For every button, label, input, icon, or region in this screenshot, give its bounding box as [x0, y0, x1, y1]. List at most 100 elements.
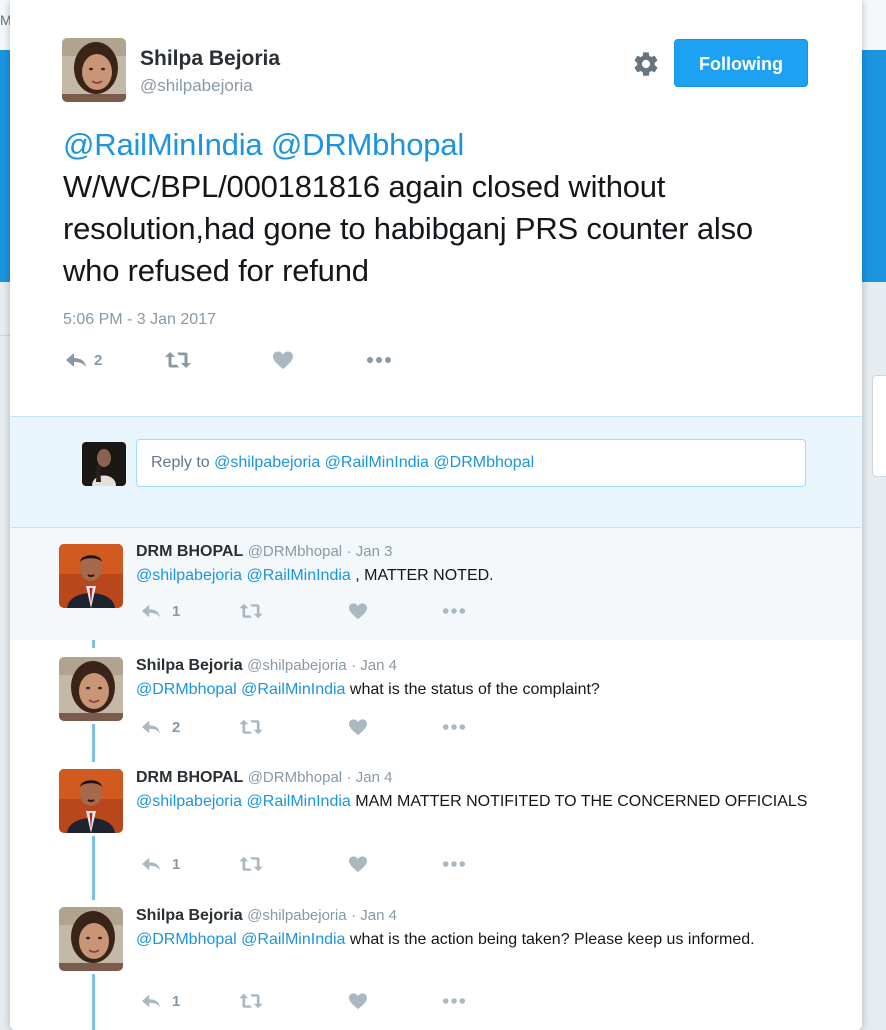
like-button[interactable] — [348, 855, 368, 873]
reply-count: 1 — [172, 992, 181, 1010]
reply-tweet[interactable]: Shilpa Bejoria @shilpabejoria · Jan 4 @D… — [10, 640, 862, 752]
reply-count: 2 — [94, 351, 103, 369]
retweet-icon — [239, 603, 264, 619]
reply-tweet[interactable]: Shilpa Bejoria @shilpabejoria · Jan 4 @D… — [10, 890, 862, 1030]
reply-author-handle[interactable]: @shilpabejoria — [247, 907, 346, 924]
reply-actions: 1 — [140, 992, 466, 1010]
more-icon — [443, 998, 466, 1004]
reply-author-handle[interactable]: @DRMbhopal — [248, 769, 342, 786]
reply-mentions[interactable]: @DRMbhopal @RailMinIndia — [136, 681, 345, 698]
reply-placeholder-mentions: @shilpabejoria @RailMinIndia @DRMbhopal — [214, 454, 535, 471]
reply-body: MAM MATTER NOTIFITED TO THE CONCERNED OF… — [350, 793, 808, 810]
reply-date[interactable]: · Jan 4 — [351, 657, 397, 674]
reply-author-name[interactable]: DRM BHOPAL — [136, 543, 243, 560]
retweet-button[interactable] — [238, 855, 264, 873]
like-icon — [349, 856, 368, 873]
mention-link[interactable]: @DRMbhopal — [271, 127, 464, 162]
reply-date[interactable]: · Jan 3 — [347, 543, 393, 560]
like-button[interactable] — [272, 350, 294, 370]
author-name[interactable]: Shilpa Bejoria — [140, 47, 280, 71]
retweet-icon — [165, 352, 192, 368]
reply-author-name[interactable]: Shilpa Bejoria — [136, 657, 243, 674]
like-icon — [273, 351, 294, 369]
reply-count: 1 — [172, 602, 181, 620]
reply-header: DRM BHOPAL @DRMbhopal · Jan 4 — [136, 769, 392, 787]
following-button[interactable]: Following — [674, 39, 808, 87]
reply-button[interactable]: 1 — [140, 992, 180, 1010]
retweet-icon — [239, 993, 264, 1009]
reply-body: , MATTER NOTED. — [350, 567, 494, 584]
more-button[interactable] — [442, 860, 466, 868]
more-icon — [367, 357, 392, 363]
tweet-text: @RailMinIndia @DRMbhopal W/WC/BPL/000181… — [63, 124, 803, 292]
reply-author-name[interactable]: DRM BHOPAL — [136, 769, 243, 786]
avatar[interactable] — [62, 38, 126, 102]
reply-author-name[interactable]: Shilpa Bejoria — [136, 907, 243, 924]
main-tweet: Shilpa Bejoria @shilpabejoria Following … — [10, 0, 862, 416]
reply-mentions[interactable]: @DRMbhopal @RailMinIndia — [136, 931, 345, 948]
reply-composer: Reply to @shilpabejoria @RailMinIndia @D… — [10, 416, 862, 528]
reply-tweet[interactable]: DRM BHOPAL @DRMbhopal · Jan 3 @shilpabej… — [10, 528, 862, 640]
like-icon — [349, 993, 368, 1010]
more-button[interactable] — [442, 997, 466, 1005]
retweet-button[interactable] — [238, 718, 264, 736]
more-icon — [443, 861, 466, 867]
reply-body: what is the action being taken? Please k… — [345, 931, 755, 948]
gear-icon[interactable] — [632, 50, 660, 78]
more-icon — [443, 608, 466, 614]
more-button[interactable] — [442, 723, 466, 731]
background-divider — [0, 335, 10, 336]
reply-avatar[interactable] — [59, 657, 123, 721]
reply-mentions[interactable]: @shilpabejoria @RailMinIndia — [136, 567, 351, 584]
man-avatar-icon — [59, 769, 123, 833]
mention-link[interactable]: @RailMinIndia — [63, 127, 263, 162]
reply-avatar[interactable] — [59, 769, 123, 833]
like-icon — [349, 603, 368, 620]
reply-button[interactable]: 1 — [140, 855, 180, 873]
reply-actions: 2 — [140, 718, 466, 736]
reply-text: @shilpabejoria @RailMinIndia , MATTER NO… — [136, 564, 816, 588]
tweet-timestamp[interactable]: 5:06 PM - 3 Jan 2017 — [63, 311, 216, 329]
reply-text: @DRMbhopal @RailMinIndia what is the sta… — [136, 678, 816, 702]
current-user-avatar — [82, 442, 126, 486]
reply-date[interactable]: · Jan 4 — [351, 907, 397, 924]
retweet-button[interactable] — [238, 992, 264, 1010]
reply-count: 2 — [172, 718, 181, 736]
reply-icon — [142, 720, 160, 734]
reply-avatar[interactable] — [59, 544, 123, 608]
reply-avatar[interactable] — [59, 907, 123, 971]
retweet-icon — [239, 719, 264, 735]
woman-avatar-icon — [62, 38, 126, 102]
retweet-icon — [239, 856, 264, 872]
reply-icon — [142, 994, 160, 1008]
reply-placeholder-prefix: Reply to — [151, 454, 215, 471]
reply-author-handle[interactable]: @shilpabejoria — [247, 657, 346, 674]
author-handle[interactable]: @shilpabejoria — [140, 76, 253, 96]
reply-button[interactable]: 2 — [64, 350, 102, 370]
reply-icon — [142, 857, 160, 871]
reply-count: 1 — [172, 855, 181, 873]
more-button[interactable] — [442, 607, 466, 615]
reply-header: Shilpa Bejoria @shilpabejoria · Jan 4 — [136, 657, 397, 675]
retweet-button[interactable] — [238, 602, 264, 620]
reply-header: DRM BHOPAL @DRMbhopal · Jan 3 — [136, 543, 392, 561]
more-icon — [443, 724, 466, 730]
reply-author-handle[interactable]: @DRMbhopal — [248, 543, 342, 560]
reply-icon — [66, 353, 86, 367]
reply-input[interactable]: Reply to @shilpabejoria @RailMinIndia @D… — [136, 439, 806, 487]
reply-date[interactable]: · Jan 4 — [347, 769, 393, 786]
like-button[interactable] — [348, 992, 368, 1010]
reply-button[interactable]: 2 — [140, 718, 180, 736]
reply-body: what is the status of the complaint? — [345, 681, 600, 698]
background-side-card — [872, 375, 886, 477]
more-button[interactable] — [366, 356, 392, 364]
reply-tweet[interactable]: DRM BHOPAL @DRMbhopal · Jan 4 @shilpabej… — [10, 752, 862, 890]
woman-avatar-icon — [59, 657, 123, 721]
like-button[interactable] — [348, 718, 368, 736]
retweet-button[interactable] — [164, 350, 192, 370]
reply-mentions[interactable]: @shilpabejoria @RailMinIndia — [136, 793, 351, 810]
reply-button[interactable]: 1 — [140, 602, 180, 620]
tweet-actions: 2 — [64, 350, 392, 370]
like-button[interactable] — [348, 602, 368, 620]
man-avatar-icon — [59, 544, 123, 608]
